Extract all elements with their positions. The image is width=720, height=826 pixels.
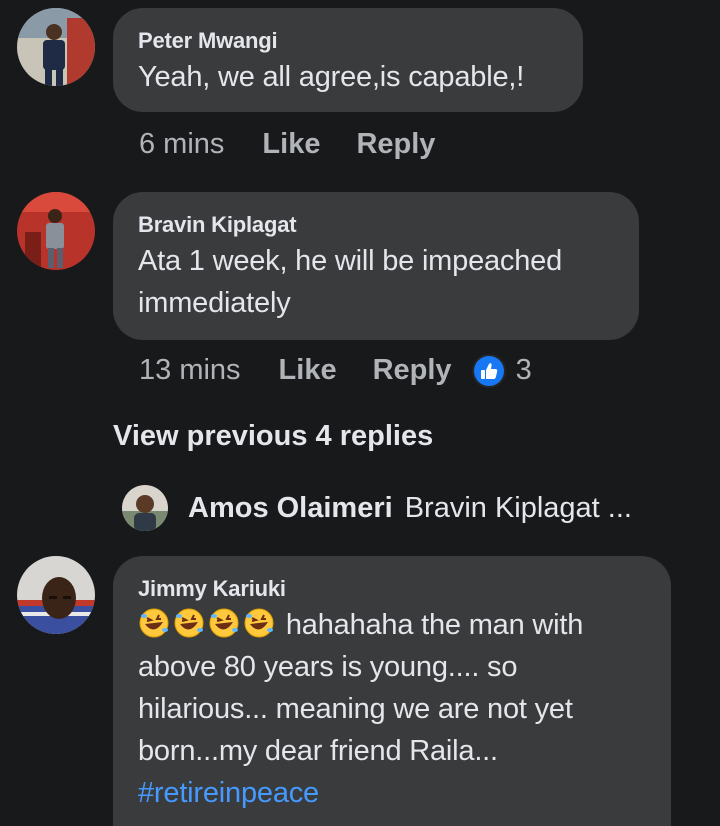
reply-button[interactable]: Reply [373,354,452,387]
rolling-on-floor-laughing-emoji-icon [139,608,169,638]
comment-text-line: above 80 years is young.... so [138,651,518,683]
like-button[interactable]: Like [262,128,320,161]
rolling-on-floor-laughing-emoji-icon [174,608,204,638]
comment-text-line: immediately [138,287,291,319]
comment-text: Yeah, we all agree,is capable,! [138,61,525,93]
comment-text-segment: hahahaha the man with [285,609,584,641]
comment-bubble: Jimmy Kariuki hahahaha the man with abov… [113,556,671,826]
comment-actions: 6 mins Like Reply [139,128,471,161]
hashtag-link[interactable]: #retireinpeace [138,772,646,814]
comment-bubble: Peter Mwangi Yeah, we all agree,is capab… [113,8,583,112]
comment-timestamp[interactable]: 13 mins [139,354,241,387]
comment-text-line: hahahaha the man with [138,604,646,646]
avatar-amos-olaimeri[interactable] [122,485,168,531]
avatar-bravin-kiplagat[interactable] [17,192,95,270]
like-button[interactable]: Like [279,354,337,387]
avatar-peter-mwangi[interactable] [17,8,95,86]
comment-timestamp[interactable]: 6 mins [139,128,224,161]
reaction-count[interactable]: 3 [516,354,532,387]
rolling-on-floor-laughing-emoji-icon [209,608,239,638]
reply-author[interactable]: Amos Olaimeri [188,492,393,525]
comment-author[interactable]: Jimmy Kariuki [138,576,646,602]
comment-text-line: hilarious... meaning we are not yet [138,693,573,725]
comment-author[interactable]: Bravin Kiplagat [138,212,614,238]
comment-text-line: Ata 1 week, he will be impeached [138,245,563,277]
like-thumb-icon[interactable] [473,355,504,386]
comment-author[interactable]: Peter Mwangi [138,28,558,54]
comment-bubble: Bravin Kiplagat Ata 1 week, he will be i… [113,192,639,340]
comment-text-line: born...my dear friend Raila... [138,735,498,767]
reply-button[interactable]: Reply [356,128,435,161]
rolling-on-floor-laughing-emoji-icon [244,608,274,638]
reply-preview[interactable]: Amos Olaimeri Bravin Kiplagat ... [122,484,632,532]
avatar-jimmy-kariuki[interactable] [17,556,95,634]
view-previous-replies-link[interactable]: View previous 4 replies [113,420,433,453]
reply-preview-text: Bravin Kiplagat ... [404,491,632,524]
comment-actions: 13 mins Like Reply 3 [139,354,532,387]
